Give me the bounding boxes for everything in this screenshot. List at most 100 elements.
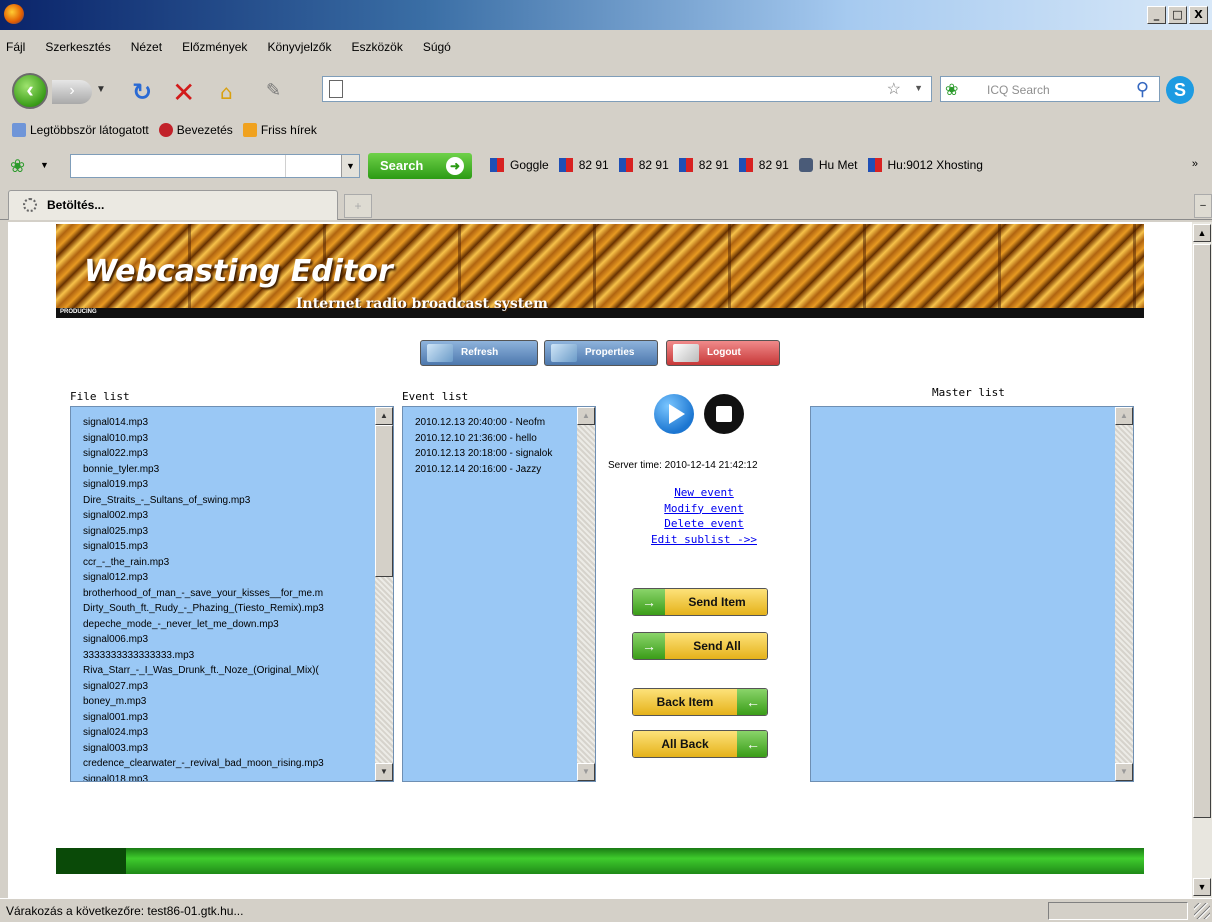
event-list-item[interactable]: 2010.12.14 20:16:00 - Jazzy: [415, 462, 552, 478]
file-list-item[interactable]: signal014.mp3: [83, 415, 324, 431]
icq-search-button[interactable]: Search ➜: [368, 153, 472, 179]
logout-button[interactable]: Logout: [666, 340, 780, 366]
master-list[interactable]: ▲ ▼: [810, 406, 1134, 782]
icq-link[interactable]: 82 91: [618, 158, 669, 172]
event-list-item[interactable]: 2010.12.13 20:18:00 - signalok: [415, 446, 552, 462]
icq-link[interactable]: Hu Met: [798, 158, 858, 172]
file-list-item[interactable]: signal003.mp3: [83, 741, 324, 757]
maximize-button[interactable]: □: [1168, 6, 1187, 24]
send-all-button[interactable]: → Send All: [632, 632, 768, 660]
history-dropdown-icon[interactable]: ▼: [96, 84, 106, 95]
skype-icon[interactable]: S: [1166, 76, 1194, 104]
event-list-item[interactable]: 2010.12.10 21:36:00 - hello: [415, 431, 552, 447]
close-button[interactable]: X: [1189, 6, 1208, 24]
reload-icon[interactable]: ↻: [132, 78, 152, 106]
file-list-item[interactable]: signal001.mp3: [83, 710, 324, 726]
menu-tools[interactable]: Eszközök: [351, 36, 402, 58]
icq-link[interactable]: Goggle: [490, 158, 549, 172]
scroll-up-icon[interactable]: ▲: [577, 407, 595, 425]
file-list-item[interactable]: signal010.mp3: [83, 431, 324, 447]
file-list-item[interactable]: Dire_Straits_-_Sultans_of_swing.mp3: [83, 493, 324, 509]
scroll-up-icon[interactable]: ▲: [1193, 224, 1211, 242]
event-list[interactable]: 2010.12.13 20:40:00 - Neofm 2010.12.10 21…: [402, 406, 596, 782]
resize-grip-icon[interactable]: [1194, 903, 1210, 919]
file-list-item[interactable]: bonnie_tyler.mp3: [83, 462, 324, 478]
tab-list-dropdown-icon[interactable]: –: [1194, 194, 1212, 218]
addon-icon[interactable]: ✎: [266, 80, 281, 101]
file-list-item[interactable]: signal018.mp3: [83, 772, 324, 782]
scroll-up-icon[interactable]: ▲: [1115, 407, 1133, 425]
url-dropdown-icon[interactable]: ▼: [914, 83, 923, 93]
minimize-button[interactable]: _: [1147, 6, 1166, 24]
file-list-item[interactable]: ccr_-_the_rain.mp3: [83, 555, 324, 571]
file-list-item[interactable]: signal012.mp3: [83, 570, 324, 586]
icq-search-input[interactable]: ▼: [70, 154, 360, 178]
chevron-down-icon[interactable]: ▼: [341, 155, 359, 177]
file-list-item[interactable]: brotherhood_of_man_-_save_your_kisses__f…: [83, 586, 324, 602]
bookmark-most-visited[interactable]: Legtöbbször látogatott: [12, 123, 149, 137]
file-list-item[interactable]: signal024.mp3: [83, 725, 324, 741]
page-scrollbar[interactable]: ▲ ▼: [1192, 222, 1212, 898]
menu-edit[interactable]: Szerkesztés: [45, 36, 110, 58]
file-list-scrollbar[interactable]: ▲ ▼: [375, 407, 393, 781]
file-list-item[interactable]: boney_m.mp3: [83, 694, 324, 710]
new-event-link[interactable]: New event: [644, 485, 764, 501]
menu-file[interactable]: Fájl: [6, 36, 25, 58]
menu-history[interactable]: Előzmények: [182, 36, 247, 58]
modify-event-link[interactable]: Modify event: [644, 501, 764, 517]
tab-loading[interactable]: Betöltés...: [8, 190, 338, 220]
file-list-item[interactable]: signal022.mp3: [83, 446, 324, 462]
url-bar[interactable]: ☆ ▼: [322, 76, 932, 102]
file-list-item[interactable]: signal002.mp3: [83, 508, 324, 524]
stop-button[interactable]: [704, 394, 744, 434]
stop-icon[interactable]: ✕: [172, 76, 195, 109]
file-list[interactable]: signal014.mp3 signal010.mp3 signal022.mp3 b…: [70, 406, 394, 782]
icq-link[interactable]: Hu:9012 Xhosting: [867, 158, 983, 172]
icq-clover-icon[interactable]: ❀: [10, 156, 25, 177]
bookmark-getting-started[interactable]: Bevezetés: [158, 123, 233, 137]
back-button[interactable]: ‹: [12, 73, 48, 109]
send-item-button[interactable]: → Send Item: [632, 588, 768, 616]
icq-link[interactable]: 82 91: [738, 158, 789, 172]
scroll-thumb[interactable]: [375, 425, 393, 577]
icq-clover-icon[interactable]: ❀: [945, 80, 958, 100]
refresh-button[interactable]: Refresh: [420, 340, 538, 366]
home-icon[interactable]: ⌂: [220, 80, 233, 104]
menu-view[interactable]: Nézet: [131, 36, 162, 58]
icq-link[interactable]: 82 91: [558, 158, 609, 172]
file-list-item[interactable]: Dirty_South_ft._Rudy_-_Phazing_(Tiesto_R…: [83, 601, 324, 617]
toolbar-overflow-icon[interactable]: »: [1192, 158, 1198, 170]
file-list-item[interactable]: signal027.mp3: [83, 679, 324, 695]
scroll-up-icon[interactable]: ▲: [375, 407, 393, 425]
search-box[interactable]: ❀ ICQ Search ⚲: [940, 76, 1160, 102]
event-list-item[interactable]: 2010.12.13 20:40:00 - Neofm: [415, 415, 552, 431]
icq-menu-dropdown-icon[interactable]: ▼: [40, 160, 49, 170]
back-item-button[interactable]: Back Item ←: [632, 688, 768, 716]
delete-event-link[interactable]: Delete event: [644, 516, 764, 532]
search-icon[interactable]: ⚲: [1136, 79, 1149, 100]
icq-link[interactable]: 82 91: [678, 158, 729, 172]
scroll-down-icon[interactable]: ▼: [1115, 763, 1133, 781]
scroll-thumb[interactable]: [1193, 244, 1211, 818]
search-placeholder[interactable]: ICQ Search: [987, 83, 1050, 97]
bookmark-latest-news[interactable]: Friss hírek: [242, 123, 317, 137]
menu-bookmarks[interactable]: Könyvjelzők: [267, 36, 331, 58]
file-list-item[interactable]: signal025.mp3: [83, 524, 324, 540]
file-list-item[interactable]: Riva_Starr_-_I_Was_Drunk_ft._Noze_(Origi…: [83, 663, 324, 679]
file-list-item[interactable]: signal006.mp3: [83, 632, 324, 648]
edit-sublist-link[interactable]: Edit sublist ->>: [644, 532, 764, 548]
file-list-item[interactable]: depeche_mode_-_never_let_me_down.mp3: [83, 617, 324, 633]
menu-help[interactable]: Súgó: [423, 36, 451, 58]
bookmark-star-icon[interactable]: ☆: [887, 79, 901, 99]
event-list-scrollbar[interactable]: ▲ ▼: [577, 407, 595, 781]
file-list-item[interactable]: signal015.mp3: [83, 539, 324, 555]
play-button[interactable]: [654, 394, 694, 434]
scroll-down-icon[interactable]: ▼: [577, 763, 595, 781]
forward-button[interactable]: ›: [52, 80, 92, 104]
file-list-item[interactable]: 3333333333333333.mp3: [83, 648, 324, 664]
properties-button[interactable]: Properties: [544, 340, 658, 366]
scroll-down-icon[interactable]: ▼: [375, 763, 393, 781]
all-back-button[interactable]: All Back ←: [632, 730, 768, 758]
scroll-down-icon[interactable]: ▼: [1193, 878, 1211, 896]
file-list-item[interactable]: credence_clearwater_-_revival_bad_moon_r…: [83, 756, 324, 772]
